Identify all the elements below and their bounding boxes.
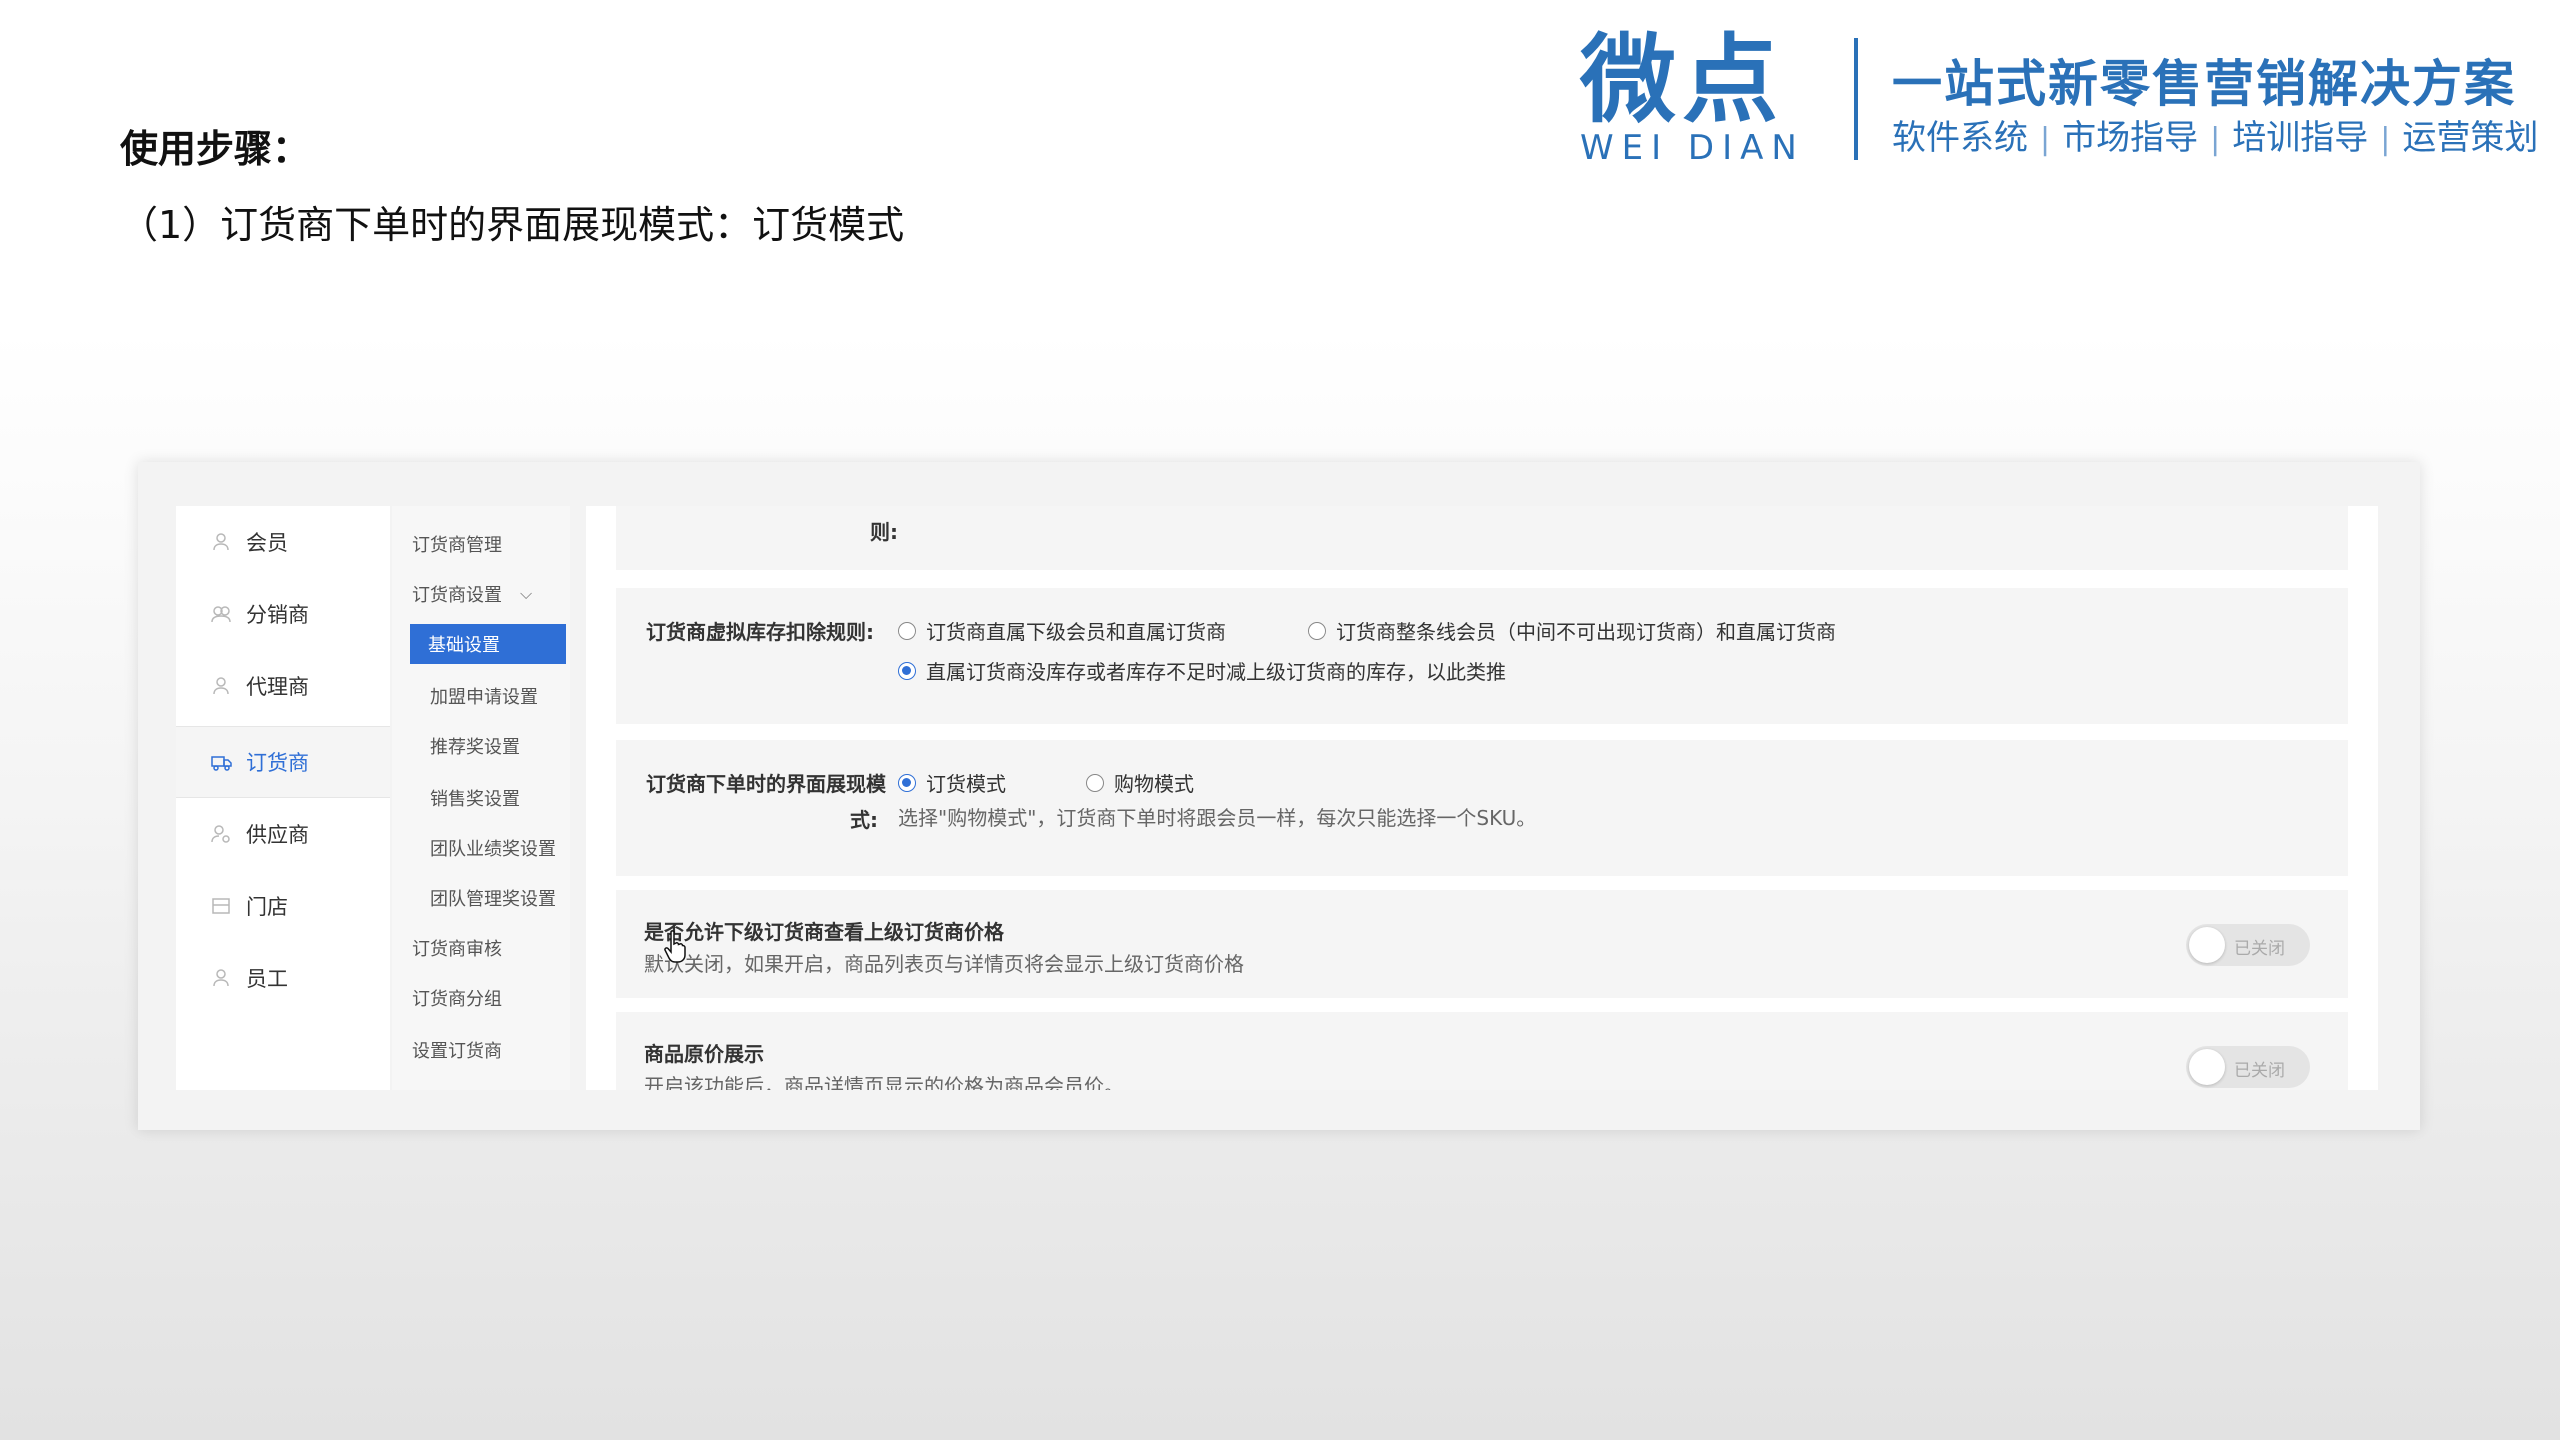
service-separator: |: [2040, 122, 2051, 157]
option-label: 购物模式: [1114, 772, 1194, 796]
nav-item-label: 分销商: [246, 603, 309, 627]
view-parent-price-title: 是否允许下级订货商查看上级订货商价格: [644, 920, 1004, 944]
store-icon: [210, 895, 232, 917]
nav-item-label: 代理商: [246, 675, 309, 699]
user-icon: [210, 967, 232, 989]
option-label: 订货商直属下级会员和直属订货商: [926, 620, 1226, 644]
service-separator: |: [2210, 122, 2221, 157]
radio-button-selected[interactable]: [898, 773, 916, 792]
subnav-item-orderer-group[interactable]: 订货商分组: [412, 978, 567, 1018]
settings-card-view-parent-price: 是否允许下级订货商查看上级订货商价格 默认关闭，如果开启，商品列表页与详情页将会…: [616, 890, 2348, 998]
view-parent-price-toggle[interactable]: 已关闭: [2186, 924, 2310, 966]
original-price-toggle[interactable]: 已关闭: [2186, 1046, 2310, 1088]
nav-item-label: 会员: [246, 531, 288, 555]
subnav-item-label: 订货商设置: [412, 585, 502, 606]
brand-divider: [1854, 38, 1858, 160]
toggle-label: 已关闭: [2234, 939, 2285, 959]
nav-item-label: 供应商: [246, 823, 309, 847]
radio-button[interactable]: [1308, 621, 1326, 640]
nav-item-label: 员工: [246, 967, 288, 991]
service-training: 培训指导: [2232, 118, 2369, 158]
subnav-item-basic-settings[interactable]: 基础设置: [410, 624, 566, 664]
sub-nav: 订货商管理 订货商设置 ⌵ 基础设置 加盟申请设置 推荐奖设置 销售奖设置 团队…: [392, 506, 570, 1090]
brand-logo: 微点 WEI DIAN: [1580, 24, 1820, 168]
option-label: 订货模式: [926, 772, 1006, 796]
service-market: 市场指导: [2062, 118, 2199, 158]
order-mode-hint: 选择"购物模式"，订货商下单时将跟会员一样，每次只能选择一个SKU。: [898, 806, 1537, 830]
radio-button[interactable]: [1086, 773, 1104, 792]
original-price-desc: 开启该功能后，商品详情页显示的价格为商品会员价。: [644, 1074, 1124, 1090]
order-mode-option-shopping[interactable]: 购物模式: [1086, 768, 1194, 797]
nav-item-supplier[interactable]: 供应商: [176, 798, 390, 870]
user-icon: [210, 531, 232, 553]
subnav-item-join-settings[interactable]: 加盟申请设置: [430, 676, 585, 716]
nav-item-agent[interactable]: 代理商: [176, 650, 390, 722]
settings-card-stock-rule: 订货商虚拟库存扣除规则: 订货商直属下级会员和直属订货商 订货商整条线会员（中间…: [616, 588, 2348, 724]
order-mode-label-cont: 式:: [850, 808, 878, 832]
view-parent-price-desc: 默认关闭，如果开启，商品列表页与详情页将会显示上级订货商价格: [644, 952, 1244, 976]
subnav-item-sales-award[interactable]: 销售奖设置: [430, 778, 585, 818]
subnav-item-team-management-award[interactable]: 团队管理奖设置: [430, 878, 585, 918]
nav-item-store[interactable]: 门店: [176, 870, 390, 942]
subnav-item-orderer-settings[interactable]: 订货商设置 ⌵: [412, 574, 567, 614]
brand-services: 软件系统 | 市场指导 | 培训指导 | 运营策划: [1892, 110, 2538, 159]
page-title: 使用步骤：: [120, 127, 311, 171]
brand-logo-sub: WEI DIAN: [1580, 128, 1805, 168]
option-label: 直属订货商没库存或者库存不足时减上级订货商的库存，以此类推: [926, 660, 1506, 684]
service-separator: |: [2380, 122, 2391, 157]
option-label: 订货商整条线会员（中间不可出现订货商）和直属订货商: [1336, 620, 1836, 644]
stock-rule-option-whole-line[interactable]: 订货商整条线会员（中间不可出现订货商）和直属订货商: [1308, 616, 1836, 645]
subnav-item-orderer-review[interactable]: 订货商审核: [412, 928, 567, 968]
settings-card-previous: 则:: [616, 506, 2348, 570]
brand-slogan: 一站式新零售营销解决方案: [1892, 55, 2516, 113]
subnav-item-orderer-management[interactable]: 订货商管理: [412, 524, 567, 564]
radio-button-selected[interactable]: [898, 661, 916, 680]
nav-item-orderer[interactable]: 订货商: [176, 726, 390, 798]
toggle-label: 已关闭: [2234, 1061, 2285, 1081]
nav-item-label: 订货商: [246, 751, 309, 775]
service-operation: 运营策划: [2402, 118, 2539, 158]
main-nav: 会员 分销商 代理商 订货商 供应商 门店 员工: [176, 506, 390, 1090]
truck-icon: [210, 751, 232, 773]
order-mode-label: 订货商下单时的界面展现模: [646, 772, 886, 796]
nav-item-staff[interactable]: 员工: [176, 942, 390, 1014]
toggle-knob: [2189, 927, 2225, 963]
nav-item-distributor[interactable]: 分销商: [176, 578, 390, 650]
subnav-item-team-performance-award[interactable]: 团队业绩奖设置: [430, 828, 585, 868]
hand-cursor-icon: [664, 930, 686, 963]
radio-button[interactable]: [898, 621, 916, 640]
subnav-item-referral-award[interactable]: 推荐奖设置: [430, 726, 585, 766]
subnav-item-set-orderer[interactable]: 设置订货商: [412, 1030, 567, 1070]
nav-item-label: 门店: [246, 895, 288, 919]
stock-rule-option-parent-stock[interactable]: 直属订货商没库存或者库存不足时减上级订货商的库存，以此类推: [898, 656, 1506, 685]
group-icon: [210, 603, 232, 625]
toggle-knob: [2189, 1049, 2225, 1085]
settings-content: 则: 订货商虚拟库存扣除规则: 订货商直属下级会员和直属订货商 订货商整条线会员…: [586, 506, 2378, 1090]
nav-item-member[interactable]: 会员: [176, 506, 390, 578]
setting-label-cut: 则:: [870, 520, 898, 544]
page-subtitle: （1）订货商下单时的界面展现模式：订货模式: [120, 203, 905, 247]
brand-logo-main: 微点: [1580, 24, 1784, 136]
chevron-down-icon: ⌵: [520, 584, 533, 603]
order-mode-option-order[interactable]: 订货模式: [898, 768, 1006, 797]
user-icon: [210, 675, 232, 697]
stock-rule-option-direct[interactable]: 订货商直属下级会员和直属订货商: [898, 616, 1226, 645]
service-software: 软件系统: [1892, 118, 2028, 158]
user-gear-icon: [210, 823, 232, 845]
original-price-title: 商品原价展示: [644, 1042, 764, 1066]
settings-card-order-mode: 订货商下单时的界面展现模 式: 订货模式 购物模式 选择"购物模式"，订货商下单…: [616, 740, 2348, 876]
stock-rule-label: 订货商虚拟库存扣除规则:: [646, 620, 874, 644]
settings-card-original-price: 商品原价展示 开启该功能后，商品详情页显示的价格为商品会员价。 已关闭: [616, 1012, 2348, 1090]
